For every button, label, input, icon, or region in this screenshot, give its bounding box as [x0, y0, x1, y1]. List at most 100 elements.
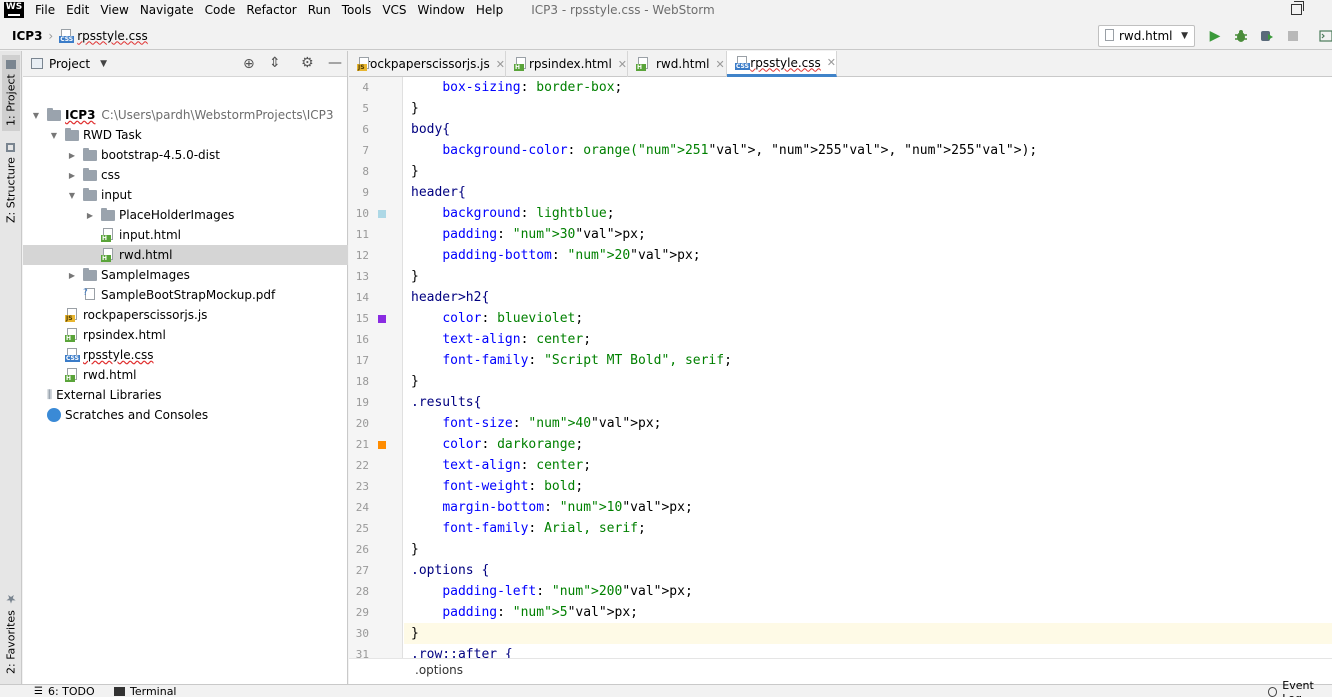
hide-panel-icon[interactable]: — [328, 55, 342, 71]
code-line[interactable]: padding-bottom: "num">20"val">px; [411, 245, 700, 266]
menu-refactor[interactable]: Refactor [246, 3, 296, 17]
code-line[interactable]: } [411, 266, 419, 287]
tree-item[interactable]: ▼ RWD Task [23, 125, 348, 145]
code-line[interactable]: padding: "num">5"val">px; [411, 602, 638, 623]
color-swatch[interactable] [378, 441, 386, 449]
code-line[interactable]: header{ [411, 182, 466, 203]
chevron-right-icon[interactable]: ▶ [67, 171, 77, 180]
code-line[interactable]: background: lightblue; [411, 203, 614, 224]
menu-view[interactable]: View [100, 3, 128, 17]
color-swatch[interactable] [378, 315, 386, 323]
code-line[interactable]: color: darkorange; [411, 434, 583, 455]
tab-rwd[interactable]: H rwd.html ✕ [628, 51, 727, 77]
collapse-all-icon[interactable]: ⇕ [269, 55, 281, 71]
breadcrumb-file[interactable]: rpsstyle.css [77, 29, 148, 43]
todo-tool-button[interactable]: ☰ 6: TODO [34, 685, 95, 697]
code-line[interactable]: .results{ [411, 392, 481, 413]
event-log-button[interactable]: Event Log [1268, 679, 1332, 697]
code-line[interactable]: text-align: center; [411, 455, 591, 476]
tree-item[interactable]: Hrpsindex.html [23, 325, 348, 345]
line-number: 6 [362, 123, 369, 136]
stop-icon[interactable] [1285, 28, 1301, 44]
tree-item[interactable]: ⫼ External Libraries [23, 385, 348, 405]
tab-rpsstyle[interactable]: CSS rpsstyle.css ✕ [727, 51, 837, 77]
tab-rpsindex[interactable]: H rpsindex.html ✕ [506, 51, 628, 77]
terminal-tool-button[interactable]: Terminal [114, 685, 177, 697]
code-line[interactable]: } [411, 161, 419, 182]
code-line[interactable]: padding-left: "num">200"val">px; [411, 581, 692, 602]
menu-navigate[interactable]: Navigate [140, 3, 194, 17]
tree-item[interactable]: ▶ PlaceHolderImages [23, 205, 348, 225]
tree-item[interactable]: JS rockpaperscissorjs.js [23, 305, 348, 325]
tree-item[interactable]: Hinput.html [23, 225, 348, 245]
tree-item[interactable]: ▼ input [23, 185, 348, 205]
tree-item[interactable]: ▶ css [23, 165, 348, 185]
tree-item[interactable]: Hrwd.html [23, 245, 348, 265]
code-line[interactable]: } [411, 371, 419, 392]
close-icon[interactable]: ✕ [496, 58, 505, 71]
code-line[interactable]: font-size: "num">40"val">px; [411, 413, 661, 434]
code-line[interactable]: background-color: orange("num">251"val">… [411, 140, 1037, 161]
tree-item-label: css [101, 168, 121, 182]
favorites-tool-tab[interactable]: 2: Favorites ★ [2, 591, 20, 675]
breadcrumb-project[interactable]: ICP3 [12, 29, 42, 43]
terminal-toolbar-icon[interactable] [1318, 28, 1332, 44]
close-icon[interactable]: ✕ [827, 56, 836, 69]
tree-item[interactable]: Hrwd.html [23, 365, 348, 385]
menu-code[interactable]: Code [205, 3, 236, 17]
code-line[interactable]: header>h2{ [411, 287, 489, 308]
tree-item[interactable]: Scratches and Consoles [23, 405, 348, 425]
coverage-icon[interactable] [1259, 28, 1275, 44]
tree-item[interactable]: ? SampleBootStrapMockup.pdf [23, 285, 348, 305]
project-tool-tab[interactable]: 1: Project [2, 55, 20, 131]
code-line[interactable]: font-weight: bold; [411, 476, 583, 497]
locate-file-icon[interactable]: ⊕ [243, 56, 255, 72]
debug-icon[interactable] [1233, 28, 1249, 44]
code-line[interactable]: padding: "num">30"val">px; [411, 224, 646, 245]
code-line[interactable]: font-family: Arial, serif; [411, 518, 646, 539]
tree-item[interactable]: ▶ SampleImages [23, 265, 348, 285]
line-number: 28 [355, 585, 369, 598]
menu-edit[interactable]: Edit [66, 3, 89, 17]
project-view-title[interactable]: Project [49, 57, 90, 71]
restore-window-icon[interactable] [1291, 1, 1304, 15]
editor-breadcrumb[interactable]: .options [415, 663, 463, 677]
code-line[interactable]: font-family: "Script MT Bold", serif; [411, 350, 732, 371]
code-line[interactable]: body{ [411, 119, 450, 140]
run-configuration-select[interactable]: rwd.html ▼ [1098, 25, 1195, 47]
code-editor[interactable]: 4 5 6 7 8 9 10 11 12 13 14 15 16 17 18 19 20 21 22 23 24 25 26… [349, 77, 1332, 658]
gear-icon[interactable]: ⚙ [301, 55, 314, 71]
code-line[interactable]: } [411, 539, 419, 560]
chevron-right-icon[interactable]: ▶ [67, 151, 77, 160]
chevron-right-icon[interactable]: ▶ [85, 211, 95, 220]
code-line[interactable]: } [411, 623, 419, 644]
close-icon[interactable]: ✕ [618, 58, 627, 71]
code-line[interactable]: color: blueviolet; [411, 308, 583, 329]
tree-item[interactable]: CSS rpsstyle.css [23, 345, 348, 365]
tab-rockpaperscissorjs[interactable]: JS rockpaperscissorjs.js ✕ [349, 51, 506, 77]
menu-file[interactable]: File [35, 3, 55, 17]
chevron-down-icon[interactable]: ▼ [100, 59, 107, 69]
structure-tool-tab[interactable]: Z: Structure [2, 143, 20, 223]
chevron-down-icon[interactable]: ▼ [67, 191, 77, 200]
menu-tools[interactable]: Tools [342, 3, 372, 17]
code-line[interactable]: text-align: center; [411, 329, 591, 350]
code-line[interactable]: } [411, 98, 419, 119]
color-swatch[interactable] [378, 210, 386, 218]
code-line[interactable]: box-sizing: border-box; [411, 77, 622, 98]
menu-run[interactable]: Run [308, 3, 331, 17]
code-line[interactable]: .row::after { [411, 644, 513, 658]
code-line[interactable]: .options { [411, 560, 489, 581]
project-path: C:\Users\pardh\WebstormProjects\ICP3 [101, 108, 334, 122]
menu-window[interactable]: Window [418, 3, 465, 17]
code-line[interactable]: margin-bottom: "num">10"val">px; [411, 497, 692, 518]
tree-item[interactable]: ▼ ICP3 C:\Users\pardh\WebstormProjects\ICP… [23, 105, 348, 125]
chevron-right-icon[interactable]: ▶ [67, 271, 77, 280]
tree-item[interactable]: ▶ bootstrap-4.5.0-dist [23, 145, 348, 165]
menu-vcs[interactable]: VCS [382, 3, 406, 17]
chevron-down-icon[interactable]: ▼ [31, 111, 41, 120]
chevron-down-icon[interactable]: ▼ [49, 131, 59, 140]
menu-help[interactable]: Help [476, 3, 503, 17]
close-icon[interactable]: ✕ [716, 58, 725, 71]
run-icon[interactable]: ▶ [1207, 28, 1223, 44]
